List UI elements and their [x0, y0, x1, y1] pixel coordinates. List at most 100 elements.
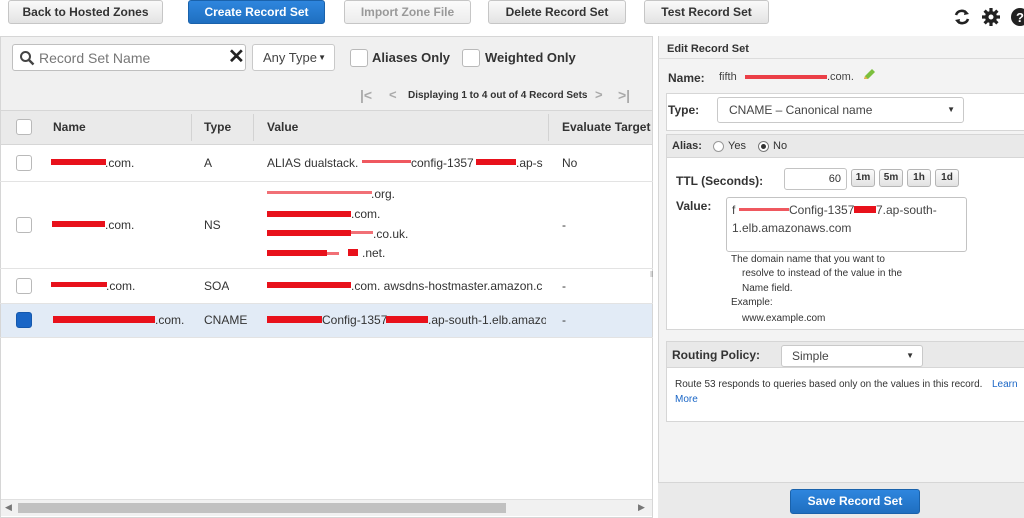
record-name-prefix: fifth	[719, 71, 737, 83]
prev-page-icon[interactable]: <	[389, 87, 397, 102]
refresh-icon[interactable]	[952, 7, 972, 27]
ttl-1h-button[interactable]: 1h	[907, 169, 931, 187]
record-type: A	[204, 156, 213, 170]
pencil-icon[interactable]	[862, 68, 876, 82]
value-label: Value:	[676, 199, 712, 213]
redacted-value	[327, 252, 339, 255]
table-row-selected[interactable]: .com. CNAME Config-1357 .ap-south-1.elb.…	[1, 304, 652, 337]
help-icon[interactable]: ?	[1010, 7, 1024, 27]
column-divider	[191, 114, 192, 141]
first-page-icon[interactable]: |<	[360, 87, 372, 103]
aliases-only-checkbox[interactable]	[350, 49, 368, 67]
weighted-only-checkbox[interactable]	[462, 49, 480, 67]
value-text: 1.elb.amazonaws.com	[732, 221, 852, 235]
evaluate-target: -	[562, 218, 566, 232]
scrollbar-thumb[interactable]	[18, 503, 506, 513]
record-value: config-1357	[411, 156, 474, 170]
redacted-value	[348, 249, 358, 256]
row-checkbox[interactable]	[16, 155, 32, 171]
column-header-evaluate-target[interactable]: Evaluate Target	[562, 120, 652, 134]
value-text: 7.ap-south-	[876, 203, 937, 217]
search-icon	[20, 51, 35, 66]
record-value-line: .org.	[371, 187, 396, 201]
value-help-text: The domain name that you want to	[731, 254, 885, 265]
redacted-name	[51, 282, 107, 287]
value-text: Config-1357	[789, 203, 855, 217]
next-page-icon[interactable]: >	[595, 87, 603, 102]
learn-more-link[interactable]: Learn	[992, 379, 1018, 390]
name-label: Name:	[668, 71, 705, 85]
record-name: .com.	[105, 218, 135, 232]
back-to-hosted-zones-button[interactable]: Back to Hosted Zones	[8, 0, 163, 24]
ttl-1d-button[interactable]: 1d	[935, 169, 959, 187]
redacted-value	[267, 316, 322, 323]
chevron-down-icon: ▼	[947, 105, 955, 114]
table-row[interactable]: .com. A ALIAS dualstack. config-1357 .ap…	[1, 146, 652, 181]
alias-no-label: No	[773, 140, 788, 152]
evaluate-target: No	[562, 156, 578, 170]
svg-text:?: ?	[1016, 10, 1024, 25]
routing-policy-body	[666, 368, 1024, 422]
record-name: .com.	[155, 313, 185, 327]
redacted-name	[51, 159, 106, 165]
chevron-down-icon: ▼	[906, 351, 914, 360]
column-header-value[interactable]: Value	[267, 120, 298, 134]
gear-icon[interactable]	[981, 7, 1001, 27]
splitter-grip[interactable]: ‖	[650, 270, 653, 279]
redacted-name	[53, 316, 155, 323]
table-row[interactable]: .com. NS .org. .com. .co.uk. .net. -	[1, 182, 652, 268]
record-type-select[interactable]: CNAME – Canonical name ▼	[717, 97, 964, 123]
delete-record-set-button[interactable]: Delete Record Set	[488, 0, 626, 24]
ttl-label: TTL (Seconds):	[676, 174, 764, 188]
alias-yes-radio[interactable]	[713, 141, 724, 152]
chevron-down-icon: ▼	[318, 53, 326, 62]
redacted-value	[267, 230, 351, 236]
select-all-checkbox[interactable]	[16, 119, 32, 135]
alias-no-radio-selected[interactable]	[758, 141, 769, 152]
type-filter-select[interactable]: Any Type ▼	[252, 44, 335, 71]
last-page-icon[interactable]: >|	[618, 87, 630, 103]
column-divider	[548, 114, 549, 141]
column-header-name[interactable]: Name	[53, 120, 86, 134]
ttl-input-value: 60	[828, 173, 841, 185]
create-record-set-button[interactable]: Create Record Set	[188, 0, 325, 24]
redacted-value	[267, 191, 372, 194]
ttl-5m-button[interactable]: 5m	[879, 169, 903, 187]
record-name-suffix: .com.	[827, 71, 854, 83]
record-type: CNAME	[204, 313, 248, 327]
routing-policy-select[interactable]: Simple ▼	[781, 345, 923, 367]
type-filter-value: Any Type	[263, 50, 317, 65]
row-checkbox-checked[interactable]	[16, 312, 32, 328]
horizontal-scrollbar[interactable]: ◀ ▶	[1, 499, 652, 516]
routing-policy-description: Route 53 responds to queries based only …	[675, 379, 983, 390]
table-row[interactable]: .com. SOA .com. awsdns-hostmaster.amazon…	[1, 269, 652, 303]
search-input[interactable]: Record Set Name ✕	[12, 44, 246, 71]
clear-search-icon[interactable]: ✕	[228, 46, 245, 68]
scroll-right-icon[interactable]: ▶	[638, 502, 645, 513]
test-record-set-button[interactable]: Test Record Set	[644, 0, 769, 24]
value-help-text: resolve to instead of the value in the	[742, 268, 903, 279]
column-header-type[interactable]: Type	[204, 120, 231, 134]
scroll-left-icon[interactable]: ◀	[5, 502, 12, 513]
row-checkbox[interactable]	[16, 278, 32, 294]
routing-policy-label: Routing Policy:	[672, 348, 760, 362]
value-help-text: Example:	[731, 297, 773, 308]
import-zone-file-button[interactable]: Import Zone File	[344, 0, 471, 24]
redacted-value	[267, 250, 327, 256]
alias-label: Alias:	[672, 140, 702, 152]
value-textarea[interactable]: f Config-1357 7.ap-south- 1.elb.amazonaw…	[726, 197, 967, 252]
record-type: SOA	[204, 279, 230, 293]
value-help-example: www.example.com	[742, 313, 826, 324]
learn-more-link[interactable]: More	[675, 394, 698, 405]
ttl-1m-button[interactable]: 1m	[851, 169, 875, 187]
ttl-input[interactable]: 60	[784, 168, 847, 190]
panel-title: Edit Record Set	[667, 43, 749, 55]
alias-yes-label: Yes	[728, 140, 746, 152]
aliases-only-label: Aliases Only	[372, 50, 451, 65]
table-header	[1, 110, 652, 145]
redacted-value	[476, 159, 516, 165]
record-value-line: .co.uk.	[373, 227, 409, 241]
row-checkbox[interactable]	[16, 217, 32, 233]
record-value: .ap-south-1.elb.amazo	[428, 313, 546, 327]
save-record-set-button[interactable]: Save Record Set	[790, 489, 920, 514]
